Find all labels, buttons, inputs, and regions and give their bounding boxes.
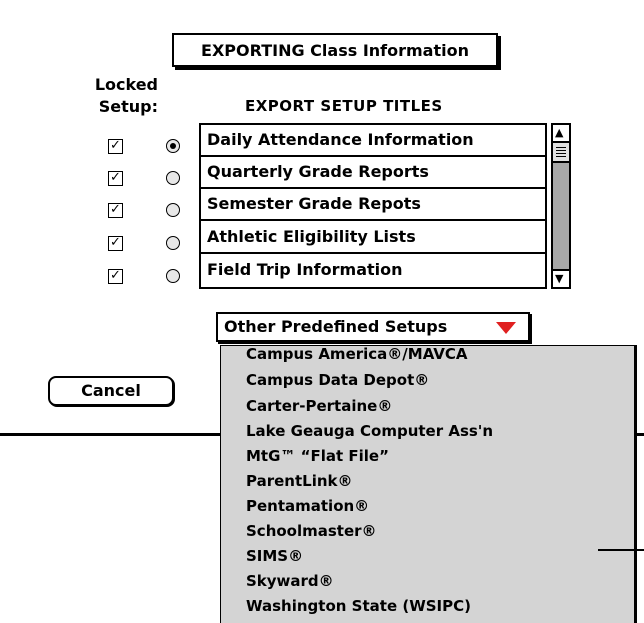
scroll-up-button[interactable]: ▲ [553,125,569,143]
list-item[interactable]: Daily Attendance Information [201,125,545,157]
down-arrow-icon: ▼ [555,272,564,285]
locked-checkbox[interactable]: ✓ [108,171,123,186]
menu-item[interactable]: Carter-Pertaine® [246,395,392,417]
locked-checkbox[interactable]: ✓ [108,139,123,154]
menu-item[interactable]: Lake Geauga Computer Ass'n [246,420,493,442]
popup-arrow-icon [496,322,516,334]
predefined-setups-menu: Campus America®/MAVCA Campus Data Depot®… [220,345,635,623]
menu-item[interactable]: Campus America®/MAVCA [246,343,468,365]
list-scrollbar[interactable]: ▲ ▼ [551,123,571,289]
locked-label-line1: Locked [94,75,158,94]
menu-item[interactable]: MtG™ “Flat File” [246,445,389,467]
checkmark-icon: ✓ [110,170,121,185]
popup-label: Other Predefined Setups [224,317,448,336]
locked-checkbox[interactable]: ✓ [108,203,123,218]
setup-radio-button[interactable] [166,269,180,283]
list-item[interactable]: Athletic Eligibility Lists [201,222,545,254]
menu-item[interactable]: Skyward® [246,570,334,592]
menu-item[interactable]: Pentamation® [246,495,369,517]
setup-radio-button[interactable] [166,236,180,250]
checkmark-icon: ✓ [110,202,121,217]
cancel-button[interactable]: Cancel [48,376,174,406]
setup-radio-button[interactable] [166,139,180,153]
menu-item[interactable]: Campus Data Depot® [246,369,429,391]
list-item[interactable]: Quarterly Grade Reports [201,157,545,189]
menu-item[interactable]: Washington State (WSIPC) [246,595,471,617]
setup-titles-list: Daily Attendance Information Quarterly G… [199,123,547,289]
checkmark-icon: ✓ [110,235,121,250]
setup-radio-button[interactable] [166,171,180,185]
locked-label-line2: Setup: [98,97,158,116]
menu-item[interactable]: ParentLink® [246,470,353,492]
export-setup-titles-header: EXPORT SETUP TITLES [245,97,443,115]
other-predefined-setups-popup[interactable]: Other Predefined Setups [216,312,530,342]
dialog-title: EXPORTING Class Information [172,33,498,67]
locked-checkbox[interactable]: ✓ [108,269,123,284]
scroll-down-button[interactable]: ▼ [553,269,569,287]
checkmark-icon: ✓ [110,138,121,153]
scroll-thumb[interactable] [553,143,569,163]
menu-item[interactable]: SIMS® [246,545,303,567]
callout-line [598,549,644,551]
list-item[interactable]: Semester Grade Repots [201,189,545,221]
setup-radio-button[interactable] [166,203,180,217]
locked-checkbox[interactable]: ✓ [108,236,123,251]
menu-item[interactable]: Schoolmaster® [246,520,377,542]
up-arrow-icon: ▲ [555,126,564,139]
list-item[interactable]: Field Trip Information [201,255,545,287]
locked-setup-label: Locked Setup: [70,74,158,118]
checkmark-icon: ✓ [110,268,121,283]
